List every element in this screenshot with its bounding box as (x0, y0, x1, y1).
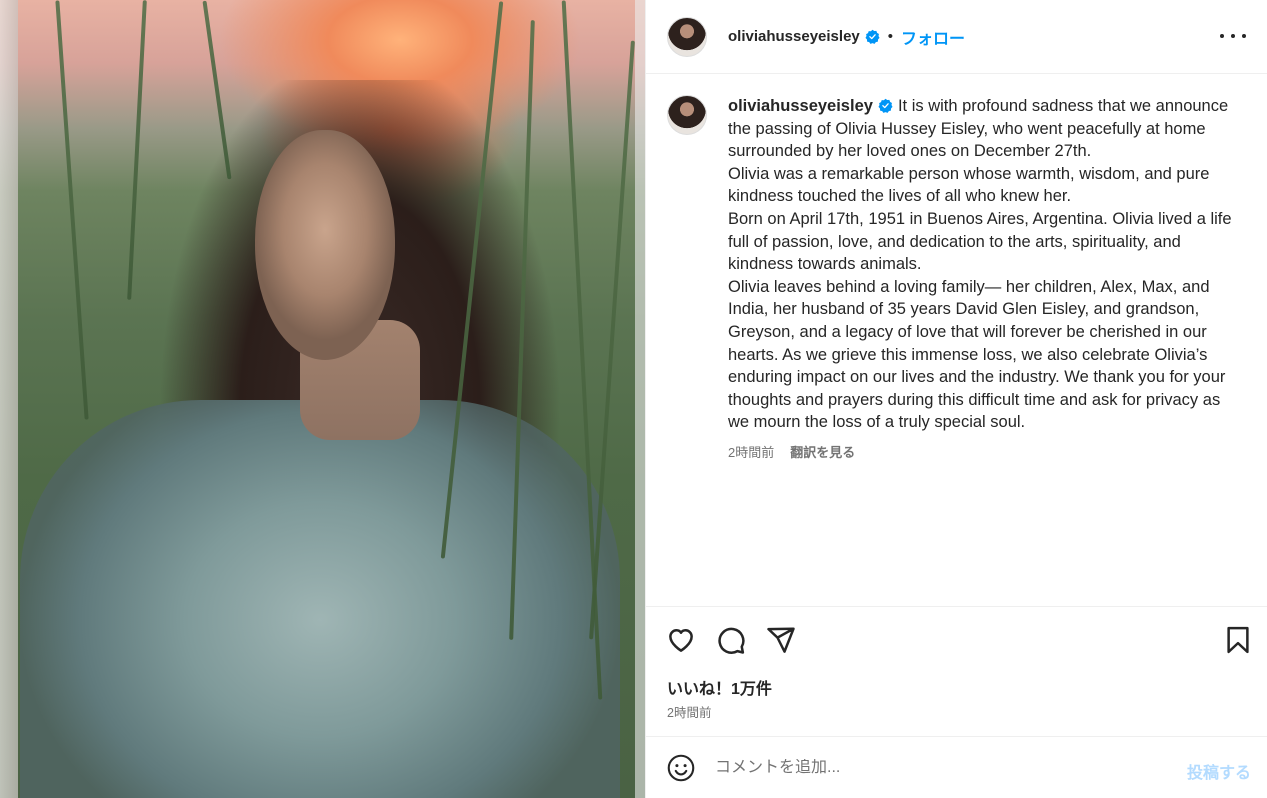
bookmark-icon[interactable] (1223, 625, 1253, 655)
emoji-icon[interactable] (667, 754, 695, 782)
follow-button[interactable]: フォロー (901, 25, 965, 49)
verified-badge-icon (865, 29, 880, 44)
caption-text: oliviahusseyeisley It is with profound s… (728, 95, 1240, 434)
post-comment-button[interactable]: 投稿する (1187, 759, 1251, 783)
likes-count[interactable]: いいね！1万件 (667, 675, 772, 699)
photo-left-edge (0, 0, 18, 798)
caption-message: It is with profound sadness that we anno… (728, 97, 1232, 432)
action-bar: いいね！1万件 2時間前 (646, 606, 1267, 736)
caption-avatar[interactable] (667, 95, 707, 135)
see-translation-button[interactable]: 翻訳を見る (790, 442, 855, 461)
comment-input[interactable] (715, 758, 1155, 777)
share-icon[interactable] (766, 625, 796, 655)
more-horizontal-icon[interactable] (1220, 26, 1246, 46)
post-time: 2時間前 (667, 706, 712, 720)
comment-icon[interactable] (716, 625, 746, 655)
caption-meta: 2時間前 翻訳を見る (728, 442, 1240, 461)
post-header: oliviahusseyeisley • フォロー (646, 0, 1267, 74)
caption-time: 2時間前 (728, 444, 775, 460)
header-username[interactable]: oliviahusseyeisley (728, 28, 860, 45)
separator-dot: • (887, 28, 894, 45)
photo-right-edge (635, 0, 645, 798)
verified-badge-icon (878, 98, 893, 113)
post-photo[interactable] (0, 0, 645, 798)
heart-icon[interactable] (666, 625, 696, 655)
comment-bar: 投稿する (646, 736, 1267, 798)
photo-frond (55, 0, 89, 420)
avatar[interactable] (667, 16, 707, 57)
caption: oliviahusseyeisley It is with profound s… (667, 95, 1247, 461)
caption-username[interactable]: oliviahusseyeisley (728, 97, 873, 115)
photo-frond (127, 0, 147, 300)
photo-blouse (20, 400, 620, 798)
photo-face (255, 130, 395, 360)
caption-body: oliviahusseyeisley It is with profound s… (728, 95, 1240, 461)
post-side-panel: oliviahusseyeisley • フォロー oliviahusseyei… (645, 0, 1267, 798)
